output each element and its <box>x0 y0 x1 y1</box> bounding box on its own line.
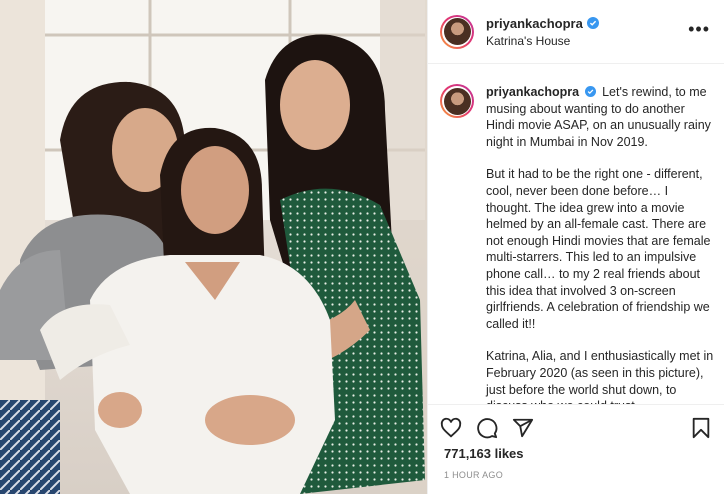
instagram-post: priyankachopra Katrina's House ••• priya… <box>0 0 724 494</box>
heart-icon[interactable] <box>440 417 462 439</box>
post-photo[interactable] <box>0 0 427 494</box>
like-count[interactable]: 771,163 likes <box>444 446 524 461</box>
caption-paragraph-3: Katrina, Alia, and I enthusiastically me… <box>486 349 714 404</box>
post-sidebar: priyankachopra Katrina's House ••• priya… <box>427 0 724 494</box>
more-options-icon[interactable]: ••• <box>688 20 710 38</box>
verified-badge-icon <box>584 86 596 97</box>
bookmark-icon[interactable] <box>690 417 712 439</box>
post-timestamp[interactable]: 1 HOUR AGO <box>444 470 503 480</box>
comment-icon[interactable] <box>476 417 498 439</box>
caption-username[interactable]: priyankachopra <box>486 85 579 99</box>
verified-badge-icon <box>586 17 599 29</box>
caption-avatar[interactable] <box>440 84 474 118</box>
avatar[interactable] <box>440 14 474 49</box>
action-bar <box>428 404 724 450</box>
caption-paragraph-2: But it had to be the right one - differe… <box>486 167 711 331</box>
username-link[interactable]: priyankachopra <box>486 16 583 31</box>
post-caption: priyankachopra Let's rewind, to me musin… <box>440 84 714 404</box>
share-icon[interactable] <box>512 417 534 439</box>
post-header: priyankachopra Katrina's House ••• <box>428 0 724 64</box>
location-link[interactable]: Katrina's House <box>486 34 599 48</box>
post-photo-illustration <box>0 0 427 494</box>
